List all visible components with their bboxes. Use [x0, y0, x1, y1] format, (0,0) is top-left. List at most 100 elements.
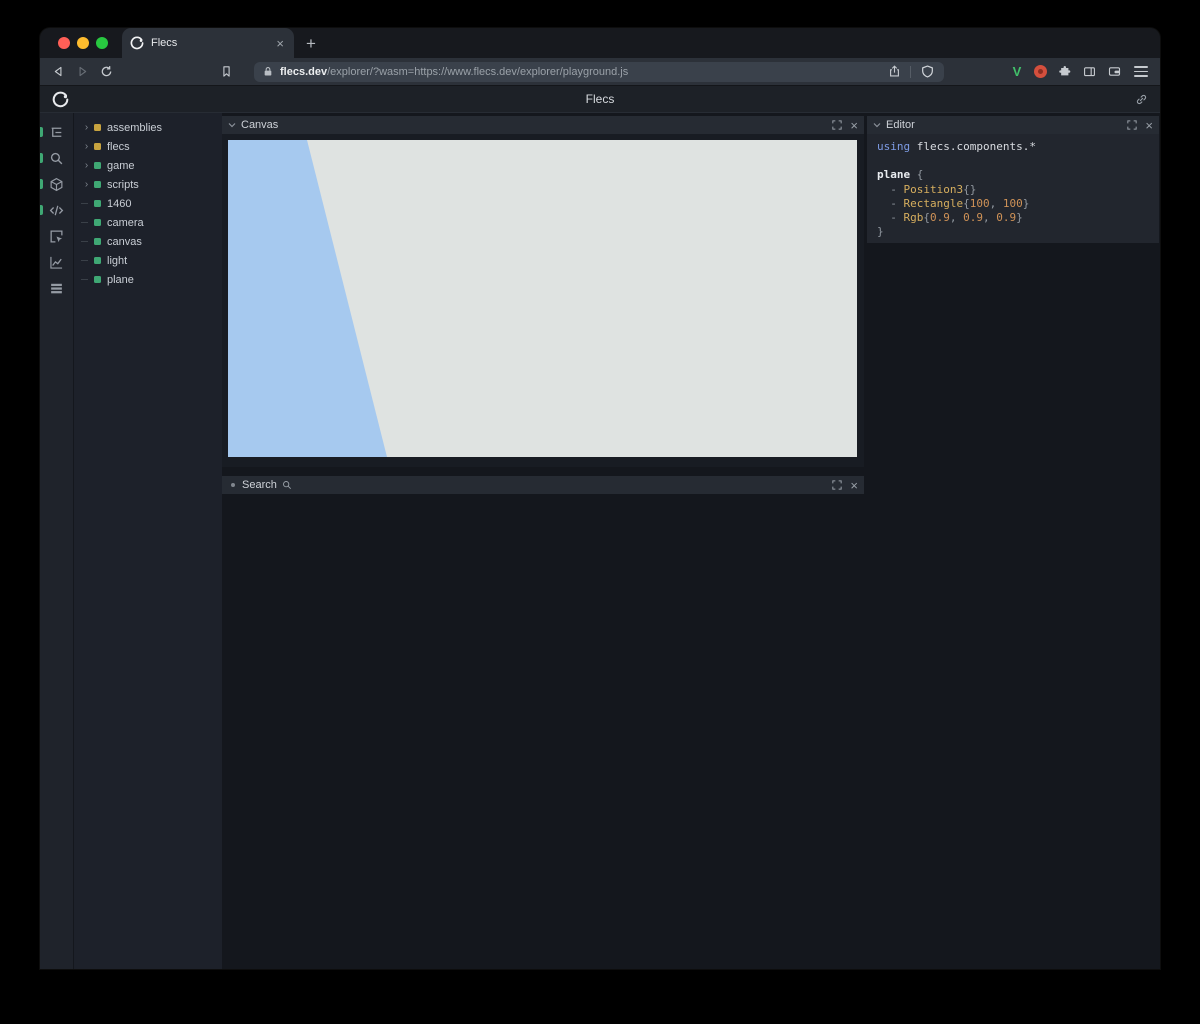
address-bar[interactable]: flecs.dev/explorer/?wasm=https://www.fle…: [254, 62, 944, 82]
app-body: ›assemblies›flecs›game›scripts1460camera…: [40, 113, 1160, 969]
cube-icon[interactable]: [40, 171, 73, 197]
code-line: - Rectangle{100, 100}: [877, 197, 1149, 211]
tree-guide-line: [81, 241, 92, 242]
extensions-puzzle-icon[interactable]: [1056, 64, 1072, 80]
wallet-icon[interactable]: [1106, 64, 1122, 80]
canvas-panel-header: Canvas ×: [222, 116, 864, 134]
tree-item-1460[interactable]: 1460: [74, 194, 222, 213]
tree-guide-line: [81, 222, 92, 223]
entity-color-swatch: [94, 162, 101, 169]
code-icon[interactable]: [40, 197, 73, 223]
code-line: [877, 154, 1149, 168]
collapse-chevron-icon[interactable]: [873, 121, 881, 129]
back-icon[interactable]: [50, 64, 66, 80]
brave-shield-icon[interactable]: [919, 64, 935, 80]
active-indicator: [40, 205, 43, 215]
tree-item-light[interactable]: light: [74, 251, 222, 270]
fullscreen-icon[interactable]: [832, 480, 842, 490]
tree-icon[interactable]: [40, 119, 73, 145]
editor-panel-header: Editor ×: [867, 116, 1159, 134]
editor-column: Editor × using flecs.components.* plane …: [867, 113, 1159, 969]
entity-color-swatch: [94, 219, 101, 226]
tree-item-flecs[interactable]: › flecs: [74, 137, 222, 156]
minimize-window-button[interactable]: [77, 37, 89, 49]
flecs-explorer-app: Flecs ›assemblies›flecs›game›scripts1460…: [40, 86, 1160, 969]
entity-label: light: [107, 255, 127, 267]
tab-strip: Flecs × +: [40, 28, 1160, 58]
entity-color-swatch: [94, 276, 101, 283]
search-icon[interactable]: [40, 145, 73, 171]
tab-title: Flecs: [151, 37, 274, 49]
entity-color-swatch: [94, 257, 101, 264]
tree-item-camera[interactable]: camera: [74, 213, 222, 232]
close-panel-icon[interactable]: ×: [850, 479, 858, 492]
browser-tab-flecs[interactable]: Flecs ×: [122, 28, 294, 58]
desktop: Flecs × + flecs.dev/: [0, 0, 1200, 1024]
bookmark-icon[interactable]: [218, 64, 234, 80]
close-panel-icon[interactable]: ×: [850, 119, 858, 132]
close-panel-icon[interactable]: ×: [1145, 119, 1153, 132]
v-extension-icon[interactable]: V: [1009, 64, 1025, 79]
expand-chevron-icon[interactable]: ›: [81, 123, 92, 133]
tab-close-icon[interactable]: ×: [274, 37, 286, 50]
editor-panel-title: Editor: [886, 119, 915, 131]
reload-icon[interactable]: [98, 64, 114, 80]
tree-guide-line: [81, 260, 92, 261]
entity-color-swatch: [94, 200, 101, 207]
new-tab-button[interactable]: +: [306, 35, 316, 52]
code-editor[interactable]: using flecs.components.* plane { - Posit…: [867, 134, 1159, 243]
entity-color-swatch: [94, 238, 101, 245]
code-line: }: [877, 225, 1149, 239]
collapse-chevron-icon[interactable]: [228, 121, 236, 129]
tree-item-assemblies[interactable]: ›assemblies: [74, 118, 222, 137]
entity-label: plane: [107, 274, 134, 286]
fullscreen-icon[interactable]: [832, 120, 842, 130]
flecs-logo-icon[interactable]: [52, 91, 69, 108]
window-controls: [40, 37, 122, 49]
search-panel-header: Search ×: [222, 476, 864, 494]
tree-guide-line: [81, 279, 92, 280]
share-link-icon[interactable]: [1135, 93, 1148, 106]
sidebar-toggle-icon[interactable]: [1081, 64, 1097, 80]
icon-sidebar: [40, 113, 74, 969]
entity-color-swatch: [94, 124, 101, 131]
search-magnifier-icon: [282, 480, 292, 490]
code-line: plane {: [877, 168, 1149, 182]
share-icon[interactable]: [886, 64, 902, 80]
fullscreen-icon[interactable]: [1127, 120, 1137, 130]
inspect-icon[interactable]: [40, 223, 73, 249]
entity-color-swatch: [94, 143, 101, 150]
red-extension-icon[interactable]: [1034, 65, 1047, 78]
app-header: Flecs: [40, 86, 1160, 113]
canvas-3d-view[interactable]: [228, 140, 857, 457]
active-indicator: [40, 153, 43, 163]
page-title: Flecs: [40, 92, 1160, 106]
tree-item-game[interactable]: ›game: [74, 156, 222, 175]
browser-toolbar: flecs.dev/explorer/?wasm=https://www.fle…: [40, 58, 1160, 86]
tree-item-scripts[interactable]: ›scripts: [74, 175, 222, 194]
rows-icon[interactable]: [40, 275, 73, 301]
expand-chevron-icon[interactable]: ›: [81, 180, 92, 190]
expand-chevron-icon[interactable]: ›: [81, 142, 92, 152]
entity-color-swatch: [94, 181, 101, 188]
entity-label: flecs: [107, 141, 130, 153]
zoom-window-button[interactable]: [96, 37, 108, 49]
main-area: Canvas ×: [222, 113, 1160, 969]
tree-item-plane[interactable]: plane: [74, 270, 222, 289]
menu-icon[interactable]: [1134, 66, 1148, 77]
tree-guide-line: [81, 203, 92, 204]
url-path: /explorer/?wasm=https://www.flecs.dev/ex…: [327, 66, 628, 78]
expand-chevron-icon[interactable]: ›: [81, 161, 92, 171]
close-window-button[interactable]: [58, 37, 70, 49]
browser-window: Flecs × + flecs.dev/: [40, 28, 1160, 969]
extension-area: V: [1009, 64, 1122, 80]
panel-dot-icon: [231, 483, 235, 487]
flecs-favicon-icon: [130, 36, 144, 50]
search-panel-title: Search: [242, 479, 277, 491]
stats-icon[interactable]: [40, 249, 73, 275]
tree-item-canvas[interactable]: canvas: [74, 232, 222, 251]
forward-icon[interactable]: [74, 64, 90, 80]
url-text: flecs.dev/explorer/?wasm=https://www.fle…: [280, 66, 886, 78]
code-line: - Rgb{0.9, 0.9, 0.9}: [877, 211, 1149, 225]
code-line: using flecs.components.*: [877, 140, 1149, 154]
